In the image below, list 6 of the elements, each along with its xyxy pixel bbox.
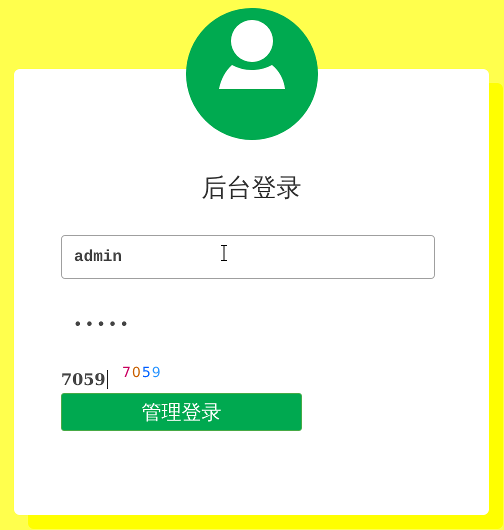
login-title: 后台登录 xyxy=(200,174,302,204)
captcha-image: 70 5 9 xyxy=(122,365,161,381)
password-field[interactable]: ••••• xyxy=(73,303,433,347)
username-field[interactable]: admin xyxy=(61,235,435,279)
text-cursor-icon xyxy=(221,245,227,261)
captcha-field[interactable]: 7059 xyxy=(61,370,108,389)
